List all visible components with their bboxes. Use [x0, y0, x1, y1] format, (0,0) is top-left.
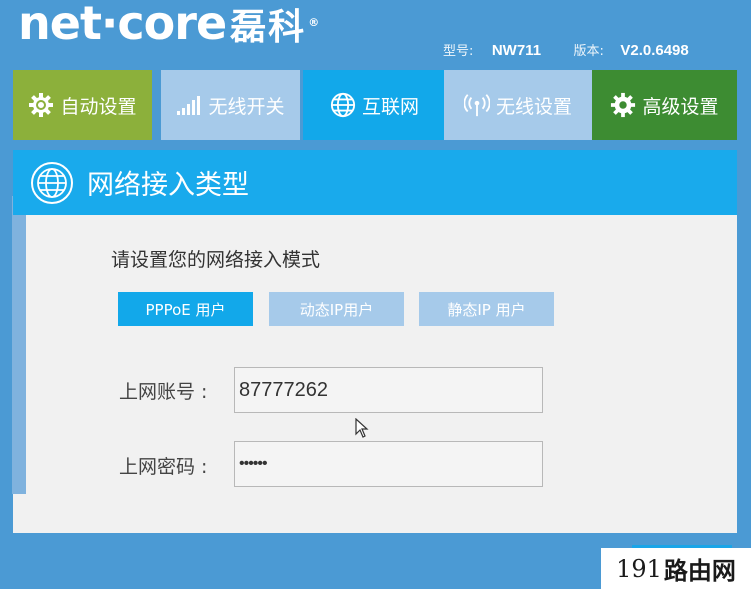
tab-internet[interactable]: 互联网 — [303, 70, 446, 140]
mode-prompt: 请设置您的网络接入模式 — [111, 249, 321, 271]
model-value: NW711 — [491, 42, 542, 59]
tab-auto-setup[interactable]: 自动设置 — [13, 70, 152, 140]
tab-advanced-settings-label: 高级设置 — [642, 95, 719, 118]
gear-icon — [610, 92, 636, 118]
version-value: V2.0.6498 — [620, 42, 689, 59]
model-label: 型号: — [443, 44, 474, 59]
tab-advanced-settings[interactable]: 高级设置 — [592, 70, 737, 140]
tab-wireless-settings-label: 无线设置 — [495, 95, 572, 118]
registered-mark: ® — [308, 16, 319, 29]
side-strip — [12, 196, 26, 494]
password-input[interactable]: •••••• — [234, 441, 543, 487]
version-label: 版本: — [573, 44, 604, 59]
watermark-text: 路由网 — [663, 557, 736, 585]
account-input[interactable]: 87777262 — [234, 367, 543, 413]
panel-title: 网络接入类型 — [87, 170, 249, 201]
dynamic-ip-mode-button[interactable]: 动态IP用户 — [269, 292, 404, 326]
main-nav: 自动设置 无线开关 互联网 无线设置 高级设置 — [13, 70, 737, 140]
brand-cn-name: 磊科 — [230, 7, 307, 48]
mouse-cursor-icon — [355, 417, 369, 438]
brand-logo: net·core 磊科 ® — [18, 0, 319, 55]
password-label: 上网密码 : — [119, 456, 208, 478]
signal-bars-icon — [176, 92, 202, 118]
pppoe-mode-button[interactable]: PPPoE 用户 — [118, 292, 253, 326]
brand-name: net·core — [18, 0, 227, 50]
antenna-icon — [463, 92, 490, 118]
gear-refresh-icon — [28, 92, 54, 118]
tab-wireless-switch[interactable]: 无线开关 — [161, 70, 300, 140]
device-info: 型号: NW711 版本: V2.0.6498 — [443, 40, 689, 59]
watermark-number: 191 — [616, 554, 662, 583]
static-ip-mode-button[interactable]: 静态IP 用户 — [419, 292, 554, 326]
tab-wireless-switch-label: 无线开关 — [208, 95, 285, 118]
tab-wireless-settings[interactable]: 无线设置 — [444, 70, 592, 140]
globe-icon — [30, 161, 74, 205]
account-label: 上网账号 : — [119, 381, 208, 403]
tab-internet-label: 互联网 — [361, 95, 419, 118]
panel-header: 网络接入类型 — [13, 150, 737, 215]
watermark: 191 路由网 — [601, 548, 751, 589]
tab-auto-setup-label: 自动设置 — [60, 95, 137, 118]
globe-icon — [330, 92, 356, 118]
